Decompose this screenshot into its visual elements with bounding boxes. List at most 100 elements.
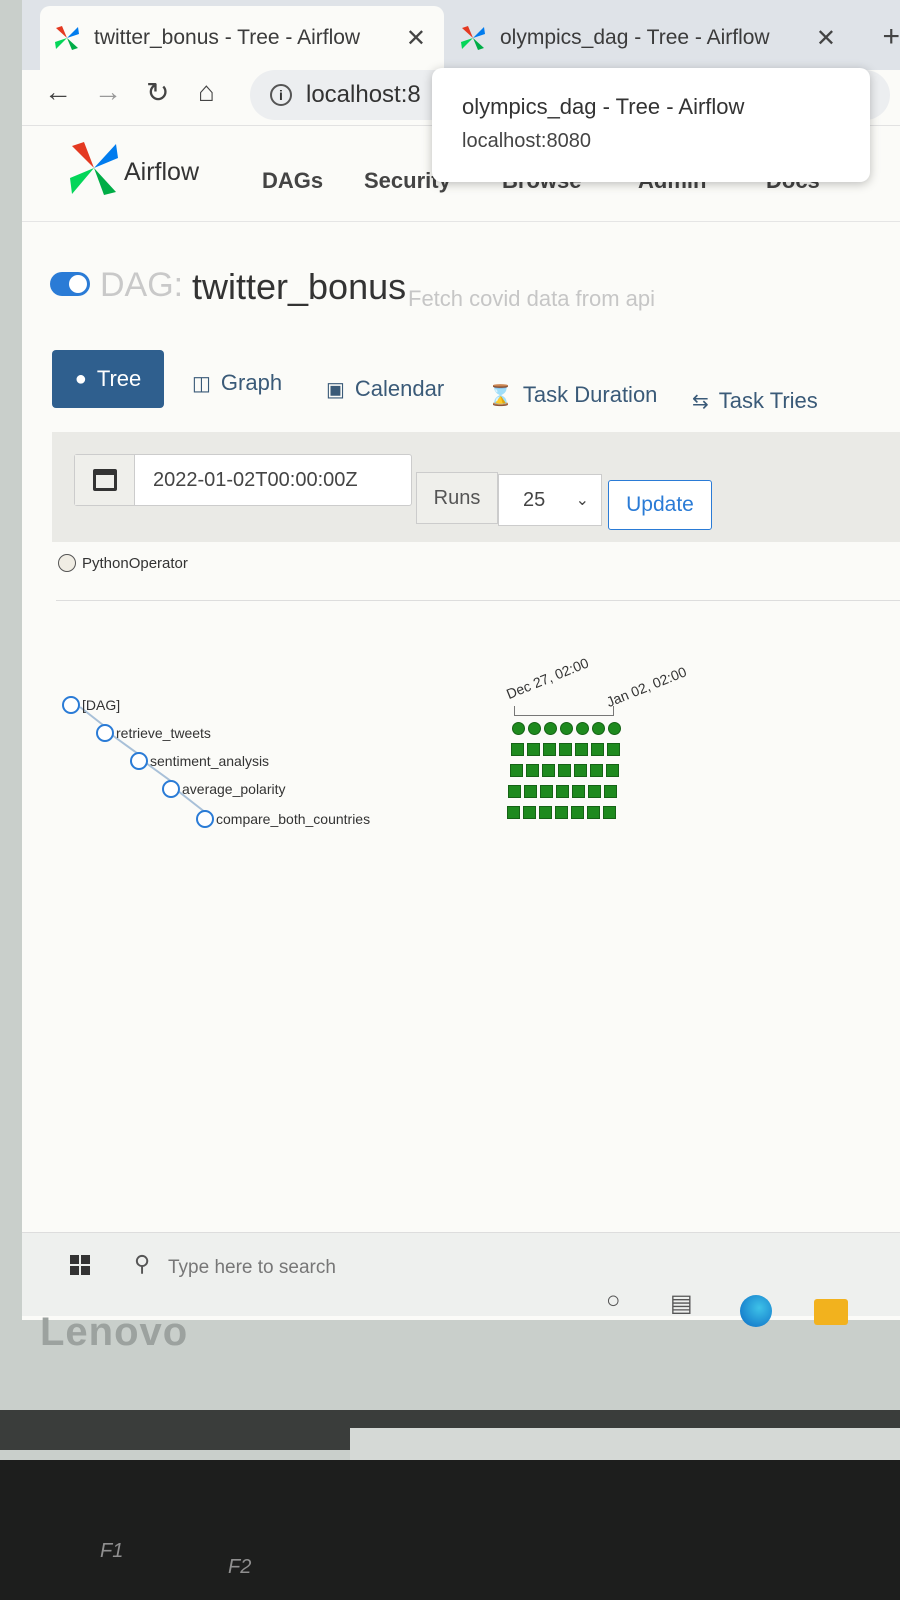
task-instance-status-square[interactable] xyxy=(606,743,620,756)
node-circle xyxy=(96,724,114,742)
tab-label: Calendar xyxy=(354,376,445,401)
task-instance-status-square[interactable] xyxy=(525,764,539,777)
chevron-down-icon: ⌄ xyxy=(575,492,589,509)
update-button[interactable]: Update xyxy=(608,480,712,530)
back-arrow-icon[interactable]: ← xyxy=(44,76,72,108)
node-label: average_polarity xyxy=(182,781,286,797)
task-instance-status-square[interactable] xyxy=(556,785,570,798)
task-view-icon[interactable]: ▤ xyxy=(670,1289,693,1318)
taskbar-search-input[interactable]: Type here to search xyxy=(168,1257,336,1279)
task-instance-status-square[interactable] xyxy=(571,806,585,819)
tab-hover-tooltip: olympics_dag - Tree - Airflow localhost:… xyxy=(432,68,870,182)
task-instance-status-square[interactable] xyxy=(555,806,569,819)
dag-run-status-circle[interactable] xyxy=(560,722,573,735)
task-instance-status-square[interactable] xyxy=(541,764,555,777)
home-icon[interactable]: ⌂ xyxy=(198,76,215,108)
laptop-brand: Lenovo xyxy=(40,1310,189,1354)
dag-run-status-circle[interactable] xyxy=(608,722,621,735)
tab-graph[interactable]: ◫ Graph xyxy=(192,370,282,396)
airflow-brand[interactable]: Airflow xyxy=(124,158,199,187)
node-label: compare_both_countries xyxy=(216,811,371,827)
file-explorer-icon[interactable] xyxy=(814,1299,848,1325)
task-instance-status-square[interactable] xyxy=(539,806,553,819)
task-instance-status-square[interactable] xyxy=(540,785,554,798)
task-instance-status-square[interactable] xyxy=(574,743,588,756)
tab-label: Task Duration xyxy=(522,382,658,407)
hourglass-icon: ⌛ xyxy=(488,384,513,407)
tab-task-duration[interactable]: ⌛ Task Duration xyxy=(488,382,657,408)
date-label-end: Jan 02, 02:00 xyxy=(604,663,689,710)
base-date-value[interactable]: 2022-01-02T00:00:00Z xyxy=(135,455,358,505)
operator-name: PythonOperator xyxy=(82,554,188,572)
graph-icon: ◫ xyxy=(192,372,211,395)
runs-select[interactable]: 25 ⌄ xyxy=(498,474,602,526)
task-instance-status-square[interactable] xyxy=(588,785,602,798)
node-label: [DAG] xyxy=(82,697,121,713)
task-instance-status-square[interactable] xyxy=(590,743,604,756)
tab-twitter-bonus[interactable]: twitter_bonus - Tree - Airflow ✕ xyxy=(40,6,444,70)
task-instance-row xyxy=(507,806,624,819)
cortana-icon[interactable]: ○ xyxy=(606,1287,621,1315)
tree-node-retrieve-tweets[interactable]: retrieve_tweets xyxy=(96,724,211,742)
search-icon[interactable]: ⚲ xyxy=(134,1251,150,1277)
dag-run-status-circle[interactable] xyxy=(592,722,605,735)
info-icon[interactable]: i xyxy=(270,84,292,106)
tab-calendar[interactable]: ▣ Calendar xyxy=(326,376,444,402)
windows-start-icon[interactable] xyxy=(70,1255,90,1275)
close-icon[interactable]: ✕ xyxy=(406,24,426,53)
node-circle xyxy=(162,780,180,798)
tree-node-dag[interactable]: [DAG] xyxy=(62,696,120,714)
tree-node-compare-both-countries[interactable]: compare_both_countries xyxy=(196,810,370,828)
airflow-logo-icon[interactable] xyxy=(68,140,120,196)
task-instance-status-square[interactable] xyxy=(524,785,538,798)
tree-node-sentiment-analysis[interactable]: sentiment_analysis xyxy=(130,752,269,770)
calendar-icon[interactable] xyxy=(75,455,135,505)
tooltip-title: olympics_dag - Tree - Airflow xyxy=(462,94,745,119)
dag-run-status-circle[interactable] xyxy=(528,722,541,735)
base-date-picker[interactable]: 2022-01-02T00:00:00Z xyxy=(74,454,412,506)
dag-run-status-circle[interactable] xyxy=(576,722,589,735)
dag-run-row xyxy=(512,722,624,735)
tree-node-average-polarity[interactable]: average_polarity xyxy=(162,780,286,798)
dag-run-status-circle[interactable] xyxy=(544,722,557,735)
task-instance-status-square[interactable] xyxy=(509,764,523,777)
task-instance-status-square[interactable] xyxy=(510,743,524,756)
task-instance-status-square[interactable] xyxy=(587,806,601,819)
node-circle xyxy=(62,696,80,714)
new-tab-button[interactable]: + xyxy=(882,20,900,54)
tab-title: olympics_dag - Tree - Airflow xyxy=(500,26,770,49)
task-instance-status-square[interactable] xyxy=(573,764,587,777)
close-icon[interactable]: ✕ xyxy=(816,24,836,53)
dag-title: twitter_bonus xyxy=(192,266,407,307)
task-instance-status-square[interactable] xyxy=(572,785,586,798)
tab-olympics-dag[interactable]: olympics_dag - Tree - Airflow ✕ xyxy=(446,6,854,70)
task-instance-status-square[interactable] xyxy=(589,764,603,777)
dag-pause-toggle[interactable] xyxy=(50,272,90,296)
tab-task-tries[interactable]: ⇆ Task Tries xyxy=(692,388,818,414)
tab-label: Task Tries xyxy=(718,388,818,413)
task-instance-status-square[interactable] xyxy=(542,743,556,756)
runs-value: 25 xyxy=(523,488,546,511)
task-instance-status-square[interactable] xyxy=(507,806,521,819)
dag-description: Fetch covid data from api xyxy=(408,286,656,311)
browser-tabstrip: twitter_bonus - Tree - Airflow ✕ olympic… xyxy=(22,0,900,70)
task-instance-status-square[interactable] xyxy=(557,764,571,777)
edge-browser-icon[interactable] xyxy=(740,1295,772,1327)
task-instance-status-square[interactable] xyxy=(558,743,572,756)
forward-arrow-icon[interactable]: → xyxy=(94,76,122,108)
node-circle xyxy=(130,752,148,770)
tab-label: Graph xyxy=(220,370,283,395)
task-instance-status-square[interactable] xyxy=(604,785,618,798)
repeat-icon: ⇆ xyxy=(692,390,709,413)
tab-tree[interactable]: ● Tree xyxy=(52,350,164,408)
nav-dags[interactable]: DAGs xyxy=(262,168,323,194)
task-instance-status-square[interactable] xyxy=(526,743,540,756)
task-instance-status-square[interactable] xyxy=(508,785,522,798)
reload-icon[interactable]: ↻ xyxy=(146,76,169,109)
screen: twitter_bonus - Tree - Airflow ✕ olympic… xyxy=(22,0,900,1320)
task-instance-status-square[interactable] xyxy=(603,806,617,819)
task-instance-status-square[interactable] xyxy=(605,764,619,777)
status-grid xyxy=(506,722,624,827)
dag-run-status-circle[interactable] xyxy=(512,722,525,735)
task-instance-status-square[interactable] xyxy=(523,806,537,819)
